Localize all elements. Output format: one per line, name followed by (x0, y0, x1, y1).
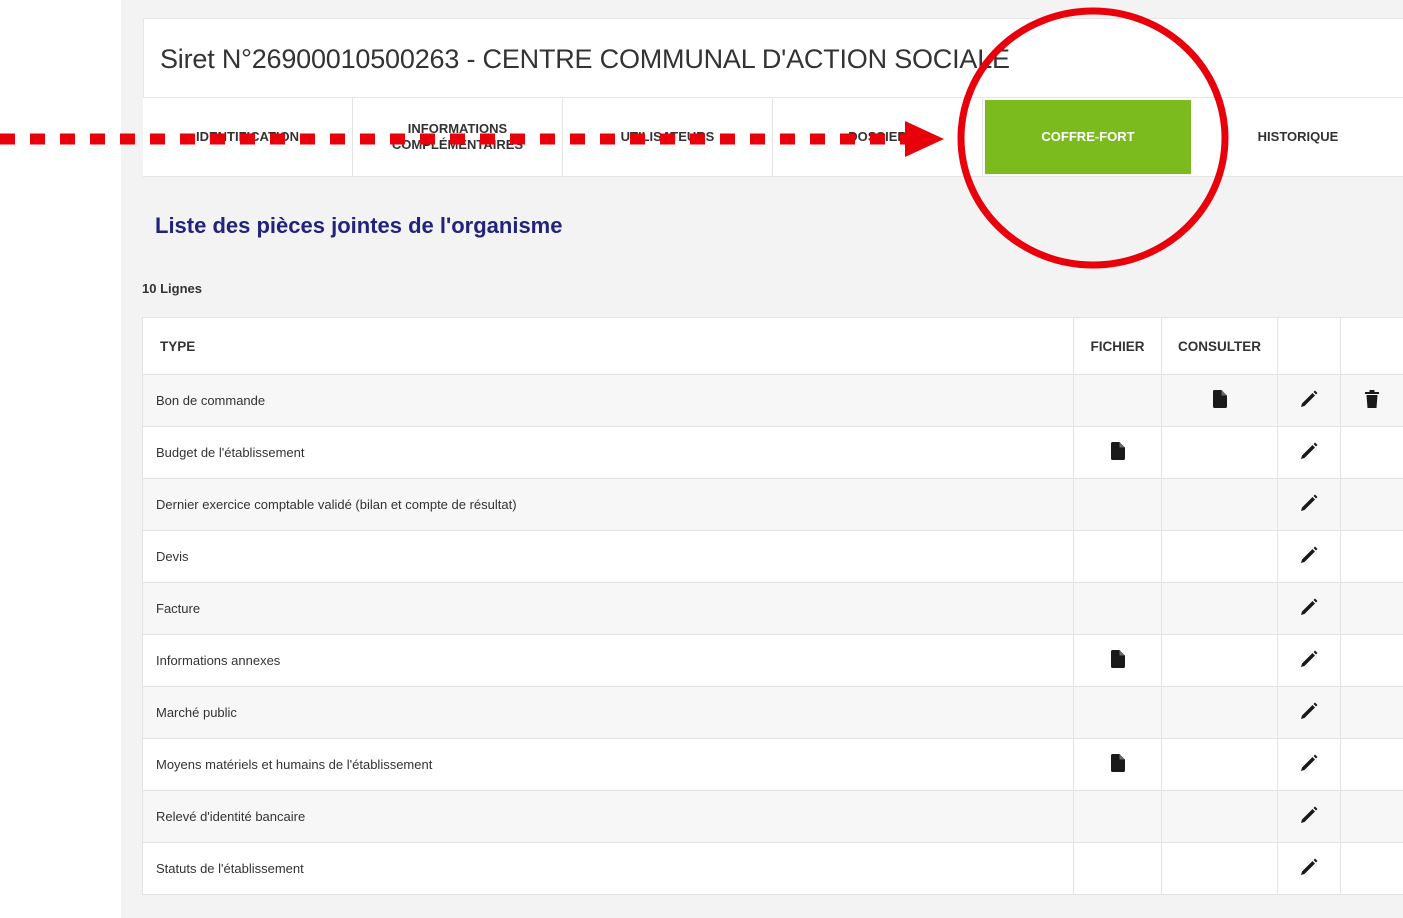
column-header-fichier: FICHIER (1073, 317, 1162, 375)
edit-cell (1277, 686, 1341, 739)
edit-cell (1277, 478, 1341, 531)
table-row: Dernier exercice comptable validé (bilan… (142, 478, 1403, 531)
fichier-cell (1073, 790, 1162, 843)
pencil-icon[interactable] (1300, 650, 1318, 671)
fichier-cell (1073, 426, 1162, 479)
consulter-cell (1161, 738, 1278, 791)
row-type-label: Moyens matériels et humains de l'établis… (142, 738, 1074, 791)
consulter-cell (1161, 374, 1278, 427)
delete-cell (1340, 426, 1403, 479)
row-type-label: Marché public (142, 686, 1074, 739)
trash-icon[interactable] (1365, 390, 1379, 411)
table-row: Marché public (142, 686, 1403, 739)
fichier-cell (1073, 530, 1162, 583)
row-count: 10 Lignes (142, 281, 202, 296)
attachments-table: TYPE FICHIER CONSULTER Bon de commande Bu… (142, 317, 1403, 895)
delete-cell (1340, 634, 1403, 687)
file-icon[interactable] (1212, 390, 1227, 411)
edit-cell (1277, 530, 1341, 583)
column-header-consulter: CONSULTER (1161, 317, 1278, 375)
delete-cell (1340, 738, 1403, 791)
file-icon[interactable] (1110, 650, 1125, 671)
edit-cell (1277, 582, 1341, 635)
delete-cell (1340, 790, 1403, 843)
table-row: Informations annexes (142, 634, 1403, 687)
table-row: Devis (142, 530, 1403, 583)
pencil-icon[interactable] (1300, 598, 1318, 619)
column-header-type: TYPE (142, 317, 1074, 375)
pencil-icon[interactable] (1300, 702, 1318, 723)
pencil-icon[interactable] (1300, 494, 1318, 515)
fichier-cell (1073, 738, 1162, 791)
table-row: Bon de commande (142, 374, 1403, 427)
table-row: Statuts de l'établissement (142, 842, 1403, 895)
row-type-label: Facture (142, 582, 1074, 635)
fichier-cell (1073, 842, 1162, 895)
delete-cell (1340, 374, 1403, 427)
consulter-cell (1161, 582, 1278, 635)
row-type-label: Budget de l'établissement (142, 426, 1074, 479)
column-header-edit (1277, 317, 1341, 375)
consulter-cell (1161, 426, 1278, 479)
pencil-icon[interactable] (1300, 546, 1318, 567)
fichier-cell (1073, 634, 1162, 687)
fichier-cell (1073, 582, 1162, 635)
table-row: Budget de l'établissement (142, 426, 1403, 479)
tab-informations-complementaires[interactable]: INFORMATIONS COMPLÉMENTAIRES (353, 98, 563, 176)
row-type-label: Relevé d'identité bancaire (142, 790, 1074, 843)
tab-utilisateurs[interactable]: UTILISATEURS (563, 98, 773, 176)
consulter-cell (1161, 686, 1278, 739)
delete-cell (1340, 842, 1403, 895)
row-type-label: Bon de commande (142, 374, 1074, 427)
delete-cell (1340, 478, 1403, 531)
tab-historique[interactable]: HISTORIQUE (1193, 98, 1403, 176)
file-icon[interactable] (1110, 442, 1125, 463)
delete-cell (1340, 582, 1403, 635)
edit-cell (1277, 374, 1341, 427)
tab-bar: IDENTIFICATION INFORMATIONS COMPLÉMENTAI… (143, 98, 1403, 177)
column-header-delete (1340, 317, 1403, 375)
table-row: Facture (142, 582, 1403, 635)
table-row: Moyens matériels et humains de l'établis… (142, 738, 1403, 791)
tab-dossier[interactable]: DOSSIER (773, 98, 983, 176)
edit-cell (1277, 426, 1341, 479)
row-type-label: Devis (142, 530, 1074, 583)
tab-identification[interactable]: IDENTIFICATION (143, 98, 353, 176)
file-icon[interactable] (1110, 754, 1125, 775)
consulter-cell (1161, 478, 1278, 531)
pencil-icon[interactable] (1300, 442, 1318, 463)
edit-cell (1277, 738, 1341, 791)
fichier-cell (1073, 478, 1162, 531)
section-title: Liste des pièces jointes de l'organisme (155, 213, 563, 238)
pencil-icon[interactable] (1300, 858, 1318, 879)
consulter-cell (1161, 842, 1278, 895)
edit-cell (1277, 790, 1341, 843)
edit-cell (1277, 842, 1341, 895)
edit-cell (1277, 634, 1341, 687)
pencil-icon[interactable] (1300, 754, 1318, 775)
tab-coffre-fort[interactable]: COFFRE-FORT (983, 98, 1193, 176)
row-type-label: Dernier exercice comptable validé (bilan… (142, 478, 1074, 531)
fichier-cell (1073, 686, 1162, 739)
page-title: Siret N°26900010500263 - CENTRE COMMUNAL… (160, 44, 1010, 74)
consulter-cell (1161, 634, 1278, 687)
row-type-label: Informations annexes (142, 634, 1074, 687)
pencil-icon[interactable] (1300, 390, 1318, 411)
delete-cell (1340, 686, 1403, 739)
table-row: Relevé d'identité bancaire (142, 790, 1403, 843)
consulter-cell (1161, 790, 1278, 843)
pencil-icon[interactable] (1300, 806, 1318, 827)
delete-cell (1340, 530, 1403, 583)
fichier-cell (1073, 374, 1162, 427)
table-header-row: TYPE FICHIER CONSULTER (142, 317, 1403, 375)
row-type-label: Statuts de l'établissement (142, 842, 1074, 895)
consulter-cell (1161, 530, 1278, 583)
